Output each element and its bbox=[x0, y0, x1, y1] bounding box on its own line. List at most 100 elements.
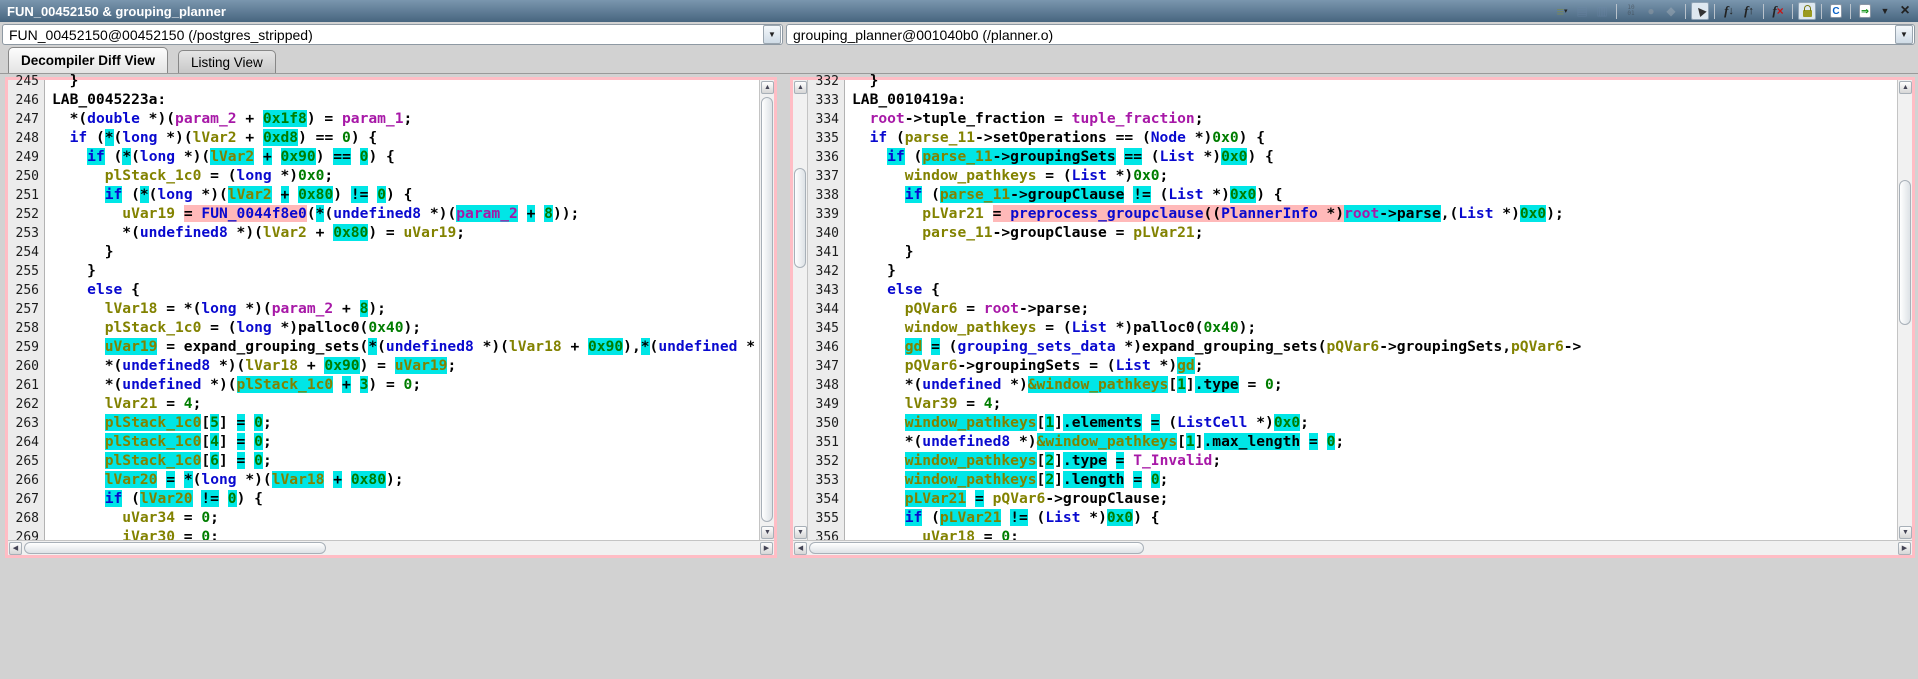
left-function-combo[interactable]: FUN_00452150@00452150 (/postgres_strippe… bbox=[2, 24, 783, 45]
code-text[interactable]: } bbox=[845, 262, 896, 279]
circle-icon[interactable]: ● bbox=[1642, 2, 1660, 20]
code-text[interactable]: lVar18 = *(long *)(param_2 + 8); bbox=[45, 300, 386, 317]
code-text[interactable]: plStack_1c0[5] = 0; bbox=[45, 414, 272, 431]
tab-decompiler-diff-view[interactable]: Decompiler Diff View bbox=[8, 47, 168, 73]
code-text[interactable]: plStack_1c0 = (long *)0x0; bbox=[45, 167, 333, 184]
code-line: 353 window_pathkeys[2].length = 0; bbox=[808, 470, 1897, 489]
code-text[interactable]: window_pathkeys[2].length = 0; bbox=[845, 471, 1168, 488]
scroll-left-icon[interactable]: ◀ bbox=[9, 542, 22, 555]
dropdown-icon[interactable]: ▼ bbox=[1876, 2, 1894, 20]
toolbar-separator bbox=[1714, 4, 1715, 19]
cursor-tool-icon[interactable]: ▶ bbox=[1691, 2, 1709, 20]
code-text[interactable]: *(undefined *)&window_pathkeys[1].type =… bbox=[845, 376, 1283, 393]
code-text[interactable]: } bbox=[45, 243, 114, 260]
code-line: 253 *(undefined8 *)(lVar2 + 0x80) = uVar… bbox=[8, 223, 759, 242]
code-text[interactable]: if (parse_11->groupClause != (List *)0x0… bbox=[845, 186, 1283, 203]
code-text[interactable]: if (*(long *)(lVar2 + 0xd8) == 0) { bbox=[45, 129, 377, 146]
tab-listing-view[interactable]: Listing View bbox=[178, 50, 276, 73]
vertical-scrollbar[interactable]: ▲ ▼ bbox=[793, 80, 808, 540]
code-text[interactable]: uVar19 = expand_grouping_sets(*(undefine… bbox=[45, 338, 755, 355]
code-line: 255 } bbox=[8, 261, 759, 280]
chevron-down-icon[interactable]: ▼ bbox=[1895, 25, 1913, 44]
scroll-up-icon[interactable]: ▲ bbox=[794, 81, 807, 94]
code-text[interactable]: if (*(long *)(lVar2 + 0x90) == 0) { bbox=[45, 148, 395, 165]
code-text[interactable]: if (pLVar21 != (List *)0x0) { bbox=[845, 509, 1160, 526]
code-line: 345 window_pathkeys = (List *)palloc0(0x… bbox=[808, 318, 1897, 337]
function-down-icon[interactable]: f↓ bbox=[1720, 2, 1738, 20]
horizontal-scrollbar[interactable]: ◀ ▶ bbox=[8, 540, 774, 555]
diamond-icon[interactable]: ◆ bbox=[1662, 2, 1680, 20]
code-line: 355 if (pLVar21 != (List *)0x0) { bbox=[808, 508, 1897, 527]
code-text[interactable]: pQVar6->groupingSets = (List *)gd; bbox=[845, 357, 1203, 374]
scroll-down-icon[interactable]: ▼ bbox=[761, 526, 774, 539]
code-text[interactable]: plStack_1c0[4] = 0; bbox=[45, 433, 272, 450]
code-text[interactable]: *(undefined8 *)(lVar2 + 0x80) = uVar19; bbox=[45, 224, 465, 241]
code-text[interactable]: parse_11->groupClause = pLVar21; bbox=[845, 224, 1204, 241]
binary-view-icon[interactable]: 1001 bbox=[1622, 2, 1640, 20]
scrollbar-thumb[interactable] bbox=[794, 168, 806, 268]
code-text[interactable]: *(undefined8 *)&window_pathkeys[1].max_l… bbox=[845, 433, 1344, 450]
scrollbar-thumb[interactable] bbox=[809, 542, 1144, 554]
code-text[interactable]: if (parse_11->groupingSets == (List *)0x… bbox=[845, 148, 1274, 165]
scrollbar-thumb[interactable] bbox=[1899, 180, 1911, 325]
code-text[interactable]: } bbox=[845, 72, 878, 89]
scroll-right-icon[interactable]: ▶ bbox=[1898, 542, 1911, 555]
scroll-up-icon[interactable]: ▲ bbox=[761, 81, 774, 94]
code-text[interactable]: } bbox=[45, 72, 78, 89]
chevron-down-icon[interactable]: ▼ bbox=[763, 25, 781, 44]
code-text[interactable]: pLVar21 = preprocess_groupclause((Planne… bbox=[845, 205, 1564, 222]
code-text[interactable]: root->tuple_fraction = tuple_fraction; bbox=[845, 110, 1203, 127]
code-text[interactable]: } bbox=[845, 243, 914, 260]
function-up-icon[interactable]: f↑ bbox=[1740, 2, 1758, 20]
code-text[interactable]: lVar20 = *(long *)(lVar18 + 0x80); bbox=[45, 471, 404, 488]
horizontal-scrollbar[interactable]: ◀ ▶ bbox=[793, 540, 1912, 555]
paste-down-icon[interactable]: ▤ bbox=[1573, 2, 1591, 20]
code-text[interactable]: plStack_1c0[6] = 0; bbox=[45, 452, 272, 469]
code-line: 344 pQVar6 = root->parse; bbox=[808, 299, 1897, 318]
scrollbar-thumb[interactable] bbox=[24, 542, 326, 554]
code-text[interactable]: window_pathkeys[2].type = T_Invalid; bbox=[845, 452, 1221, 469]
code-text[interactable]: *(double *)(param_2 + 0x1f8) = param_1; bbox=[45, 110, 412, 127]
export-icon[interactable]: ⇒ bbox=[1856, 2, 1874, 20]
vertical-scrollbar[interactable]: ▲ ▼ bbox=[1897, 80, 1912, 540]
code-text[interactable]: gd = (grouping_sets_data *)expand_groupi… bbox=[845, 338, 1581, 355]
scroll-up-icon[interactable]: ▲ bbox=[1899, 81, 1912, 94]
scroll-down-icon[interactable]: ▼ bbox=[794, 526, 807, 539]
scroll-right-icon[interactable]: ▶ bbox=[760, 542, 773, 555]
vertical-scrollbar[interactable]: ▲ ▼ bbox=[759, 80, 774, 540]
code-text[interactable]: *(undefined8 *)(lVar18 + 0x90) = uVar19; bbox=[45, 357, 456, 374]
code-text[interactable]: if (lVar20 != 0) { bbox=[45, 490, 263, 507]
code-text[interactable]: uVar34 = 0; bbox=[45, 509, 219, 526]
remove-function-icon[interactable]: f× bbox=[1769, 2, 1787, 20]
code-text[interactable]: } bbox=[45, 262, 96, 279]
code-text[interactable]: uVar19 = FUN_0044f8e0(*(undefined8 *)(pa… bbox=[45, 205, 579, 222]
close-icon[interactable]: × bbox=[1896, 2, 1914, 20]
code-text[interactable]: *(undefined *)(plStack_1c0 + 3) = 0; bbox=[45, 376, 421, 393]
code-text[interactable]: lVar21 = 4; bbox=[45, 395, 201, 412]
paste-up-icon[interactable]: ▥ bbox=[1593, 2, 1611, 20]
code-text[interactable]: else { bbox=[45, 281, 140, 298]
code-text[interactable]: else { bbox=[845, 281, 940, 298]
c-source-icon[interactable]: C bbox=[1827, 2, 1845, 20]
code-text[interactable]: lVar39 = 4; bbox=[845, 395, 1001, 412]
code-text[interactable]: window_pathkeys[1].elements = (ListCell … bbox=[845, 414, 1309, 431]
code-text[interactable]: if (*(long *)(lVar2 + 0x80) != 0) { bbox=[45, 186, 412, 203]
code-text[interactable]: pQVar6 = root->parse; bbox=[845, 300, 1089, 317]
code-text[interactable]: plStack_1c0 = (long *)palloc0(0x40); bbox=[45, 319, 421, 336]
code-text[interactable]: pLVar21 = pQVar6->groupClause; bbox=[845, 490, 1168, 507]
scroll-left-icon[interactable]: ◀ bbox=[794, 542, 807, 555]
code-text[interactable]: iVar30 = 0; bbox=[45, 528, 219, 540]
code-text[interactable]: window_pathkeys = (List *)palloc0(0x40); bbox=[845, 319, 1256, 336]
scroll-down-icon[interactable]: ▼ bbox=[1899, 526, 1912, 539]
code-text[interactable]: if (parse_11->setOperations == (Node *)0… bbox=[845, 129, 1265, 146]
right-function-combo[interactable]: grouping_planner@001040b0 (/planner.o) ▼ bbox=[786, 24, 1915, 45]
lock-icon[interactable] bbox=[1798, 2, 1816, 20]
code-text[interactable]: uVar18 = 0; bbox=[845, 528, 1019, 540]
scrollbar-thumb[interactable] bbox=[761, 97, 773, 522]
code-text[interactable]: window_pathkeys = (List *)0x0; bbox=[845, 167, 1168, 184]
code-text[interactable]: LAB_0045223a: bbox=[45, 91, 166, 108]
line-number: 261 bbox=[8, 376, 45, 395]
code-line: 340 parse_11->groupClause = pLVar21; bbox=[808, 223, 1897, 242]
list-menu-icon[interactable]: ≡▾ bbox=[1553, 2, 1571, 20]
code-text[interactable]: LAB_0010419a: bbox=[845, 91, 966, 108]
